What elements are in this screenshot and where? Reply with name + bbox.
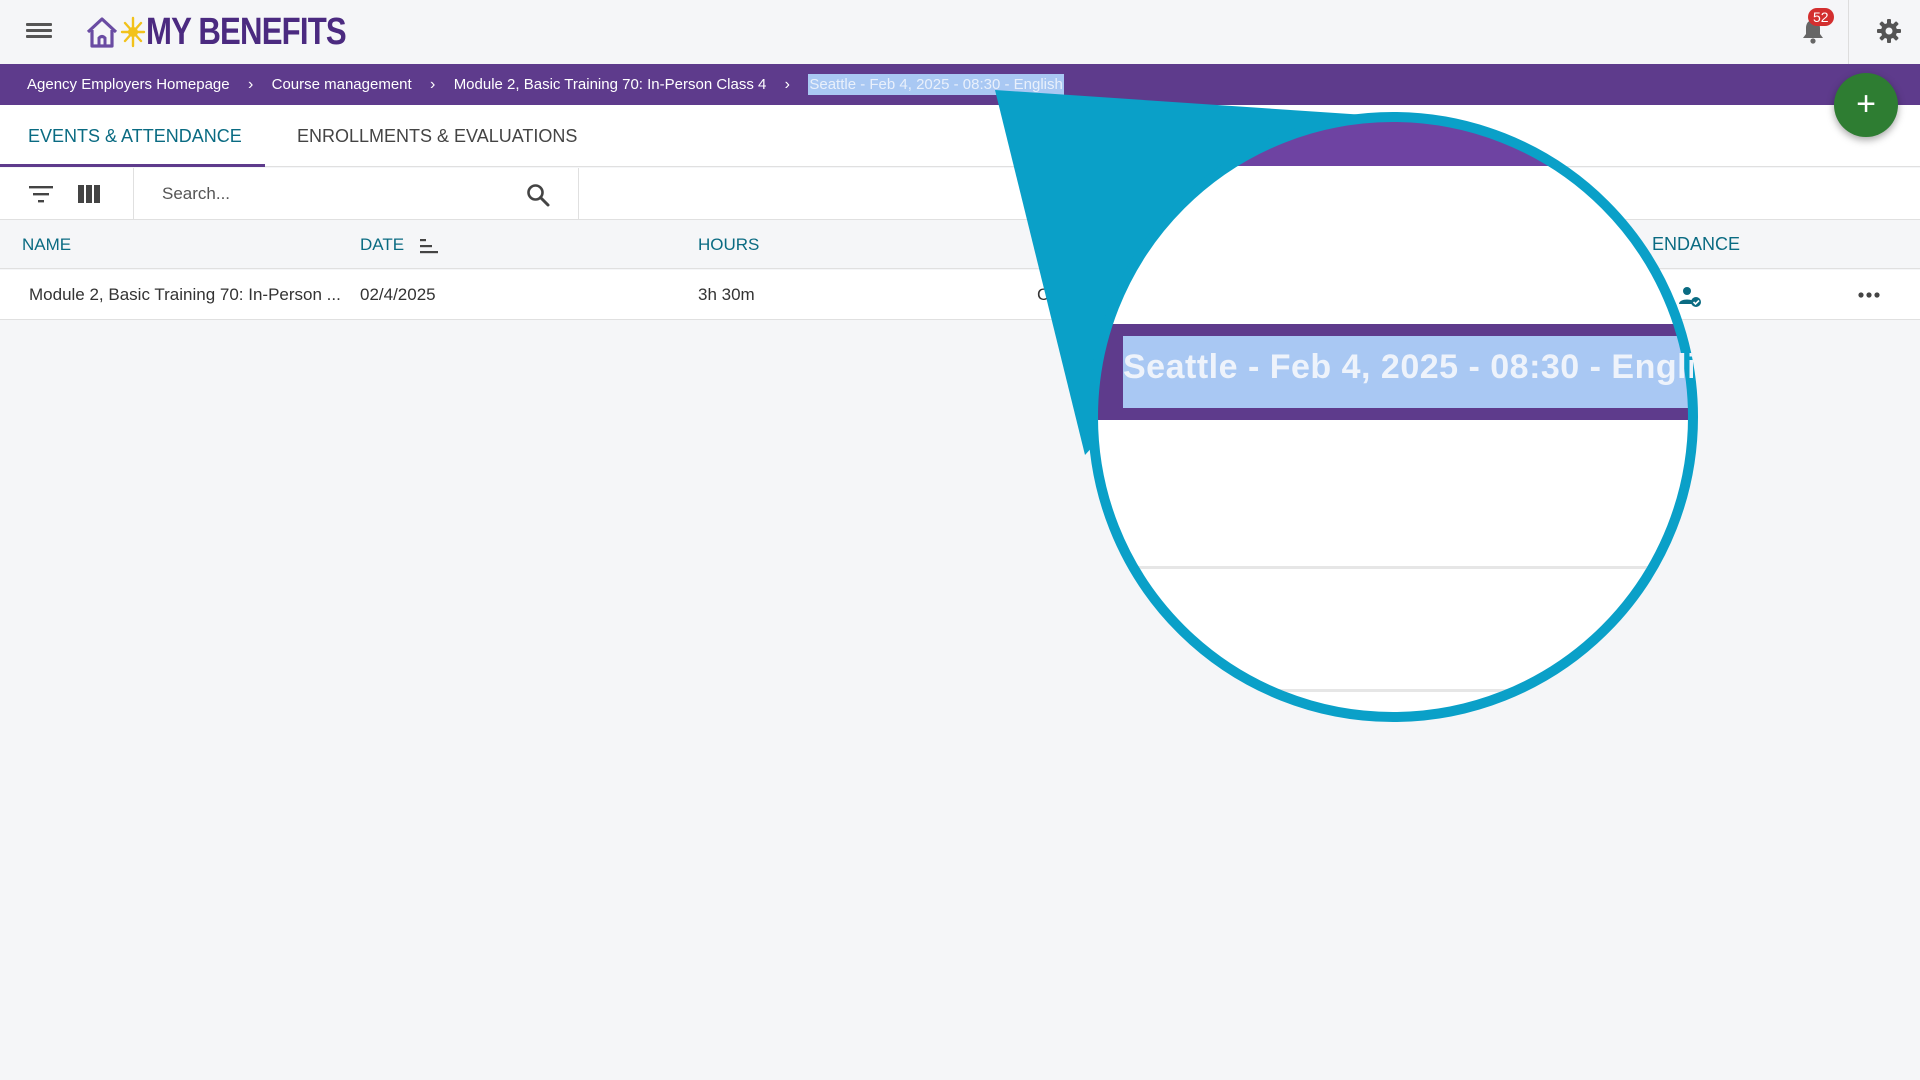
cell-hours: 3h 30m xyxy=(698,285,755,304)
sun-icon xyxy=(120,16,146,48)
magnified-header-peek: ENDANCE xyxy=(1652,234,1741,254)
magnified-breadcrumb-text: Seattle - Feb 4, 2025 - 08:30 - Engli xyxy=(1123,348,1693,386)
gear-icon[interactable] xyxy=(1874,16,1904,46)
topbar-divider xyxy=(1848,0,1849,64)
attendance-check-icon[interactable] xyxy=(1678,284,1702,308)
column-header-date[interactable]: DATE xyxy=(360,221,404,269)
search-icon[interactable] xyxy=(525,182,551,208)
breadcrumb: Agency Employers Homepage › Course manag… xyxy=(0,64,1920,105)
home-icon xyxy=(86,17,118,48)
tab-events-attendance[interactable]: EVENTS & ATTENDANCE xyxy=(0,105,265,167)
toolbar-divider xyxy=(133,168,134,220)
notification-badge: 52 xyxy=(1808,8,1834,26)
column-header-name[interactable]: NAME xyxy=(22,221,71,269)
columns-icon[interactable] xyxy=(77,183,101,205)
search-input[interactable] xyxy=(150,176,510,212)
tab-enrollments-evaluations[interactable]: ENROLLMENTS & EVALUATIONS xyxy=(297,105,577,167)
table-header: NAME DATE HOURS xyxy=(0,221,1920,269)
chevron-right-icon: › xyxy=(430,75,436,93)
cell-name: Module 2, Basic Training 70: In-Person .… xyxy=(29,285,341,304)
table-row[interactable]: Module 2, Basic Training 70: In-Person .… xyxy=(0,270,1920,320)
cell-partial-text: C xyxy=(1037,285,1050,304)
column-header-hours[interactable]: HOURS xyxy=(698,221,759,269)
sort-icon[interactable] xyxy=(419,238,439,254)
add-button[interactable]: + xyxy=(1834,73,1898,137)
breadcrumb-item-course-management[interactable]: Course management xyxy=(272,76,412,93)
top-bar: MY BENEFITS 52 xyxy=(0,0,1920,64)
tab-bar: EVENTS & ATTENDANCE ENROLLMENTS & EVALUA… xyxy=(0,105,1920,167)
app-logo[interactable]: MY BENEFITS xyxy=(82,10,390,54)
cell-date: 02/4/2025 xyxy=(360,285,436,304)
logo-text: MY BENEFITS xyxy=(146,10,347,53)
filter-icon[interactable] xyxy=(28,184,54,204)
breadcrumb-current: Seattle - Feb 4, 2025 - 08:30 - English xyxy=(808,74,1064,95)
table-toolbar xyxy=(0,168,1920,220)
breadcrumb-item-home[interactable]: Agency Employers Homepage xyxy=(27,76,230,93)
more-options-icon[interactable] xyxy=(1856,286,1882,304)
menu-icon[interactable] xyxy=(26,20,52,44)
toolbar-divider xyxy=(578,168,579,220)
chevron-right-icon: › xyxy=(784,75,790,93)
breadcrumb-item-module[interactable]: Module 2, Basic Training 70: In-Person C… xyxy=(454,76,767,93)
chevron-right-icon: › xyxy=(247,75,254,93)
